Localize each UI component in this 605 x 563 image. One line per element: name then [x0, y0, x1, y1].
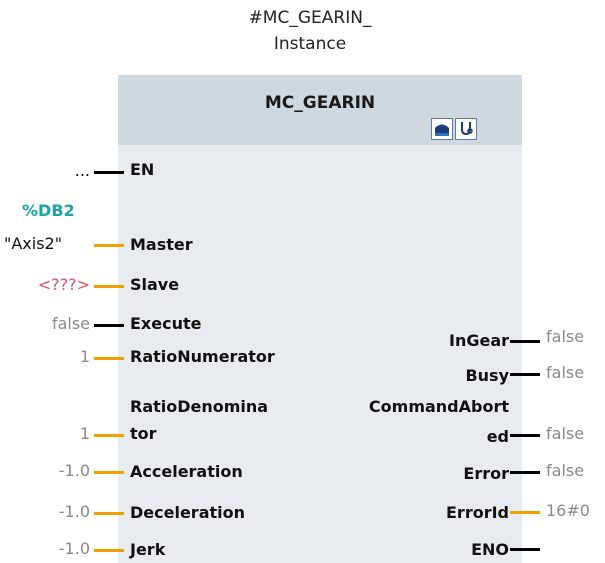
pin-ratio-denominator-line2[interactable]: tor — [130, 424, 157, 443]
acceleration-value[interactable]: -1.0 — [20, 461, 90, 480]
busy-wire — [510, 373, 540, 376]
master-value[interactable]: "Axis2" — [4, 234, 62, 253]
block-title: MC_GEARIN — [264, 93, 376, 113]
pin-execute[interactable]: Execute — [130, 314, 201, 333]
pin-command-aborted-line2[interactable]: ed — [487, 427, 509, 446]
block-header: MC_GEARIN — [118, 75, 522, 145]
pin-en[interactable]: EN — [130, 160, 154, 179]
instance-name-line2: Instance — [273, 34, 347, 54]
slave-wire — [94, 285, 124, 288]
master-wire — [94, 244, 124, 247]
pin-master[interactable]: Master — [130, 235, 193, 254]
pin-ratio-denominator-line1[interactable]: RatioDenomina — [130, 397, 268, 416]
error-wire — [510, 471, 540, 474]
errorid-value[interactable]: 16#0 — [546, 501, 590, 520]
pin-error[interactable]: Error — [463, 464, 509, 483]
pin-command-aborted-line1[interactable]: CommandAbort — [369, 397, 509, 416]
instance-name-line1: #MC_GEARIN_ — [248, 8, 372, 28]
command-aborted-value[interactable]: false — [546, 424, 584, 443]
ingear-wire — [510, 340, 540, 343]
execute-wire — [94, 324, 124, 327]
errorid-wire — [510, 511, 540, 514]
ratio-numerator-value[interactable]: 1 — [40, 347, 90, 366]
slave-value[interactable]: <???> — [30, 275, 90, 294]
pin-deceleration[interactable]: Deceleration — [130, 503, 245, 522]
en-wire — [94, 171, 124, 174]
busy-value[interactable]: false — [546, 363, 584, 382]
pin-busy[interactable]: Busy — [465, 366, 509, 385]
master-db-ref[interactable]: %DB2 — [22, 201, 75, 220]
pin-ingear[interactable]: InGear — [449, 331, 509, 350]
jerk-value[interactable]: -1.0 — [20, 539, 90, 558]
deceleration-wire — [94, 512, 124, 515]
eno-wire — [510, 548, 540, 551]
ingear-value[interactable]: false — [546, 327, 584, 346]
pin-errorid[interactable]: ErrorId — [446, 503, 509, 522]
ratio-denominator-wire — [94, 434, 124, 437]
pin-slave[interactable]: Slave — [130, 275, 179, 294]
pin-ratio-numerator[interactable]: RatioNumerator — [130, 347, 275, 366]
execute-value[interactable]: false — [20, 314, 90, 333]
pin-jerk[interactable]: Jerk — [130, 540, 165, 559]
error-value[interactable]: false — [546, 461, 584, 480]
acceleration-wire — [94, 471, 124, 474]
diagnostics-icon[interactable] — [455, 118, 477, 140]
command-aborted-wire — [510, 434, 540, 437]
ratio-numerator-wire — [94, 357, 124, 360]
jerk-wire — [94, 549, 124, 552]
pin-eno[interactable]: ENO — [471, 540, 509, 559]
ratio-denominator-value[interactable]: 1 — [40, 424, 90, 443]
pin-acceleration[interactable]: Acceleration — [130, 462, 243, 481]
deceleration-value[interactable]: -1.0 — [20, 502, 90, 521]
en-value[interactable]: ... — [40, 161, 90, 180]
upload-icon[interactable] — [431, 118, 453, 140]
